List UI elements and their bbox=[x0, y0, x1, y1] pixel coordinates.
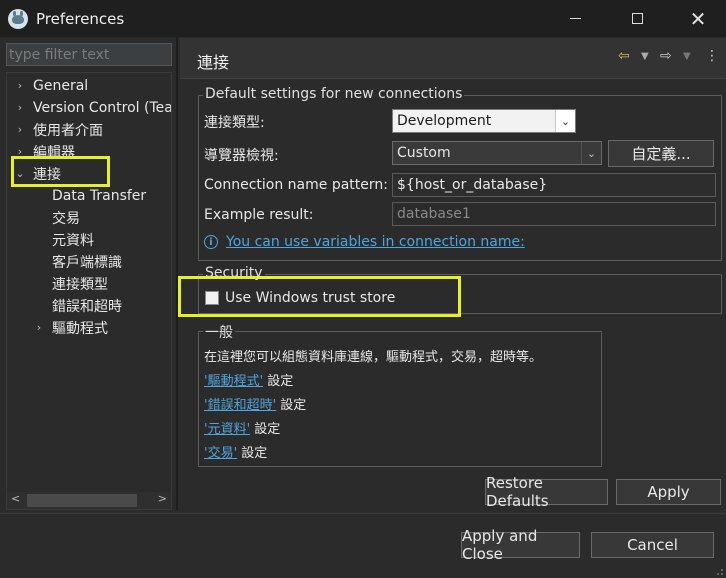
view-menu-icon[interactable]: ⋮ bbox=[705, 48, 719, 64]
chevron-right-icon[interactable]: › bbox=[13, 145, 27, 159]
minimize-icon bbox=[569, 18, 581, 19]
errors-timeouts-link[interactable]: '錯誤和超時' bbox=[204, 398, 276, 413]
tree-item-drivers[interactable]: › 驅動程式 bbox=[32, 317, 108, 338]
tree-item-label: 編輯器 bbox=[33, 144, 75, 161]
chevron-down-icon[interactable]: ⌄ bbox=[581, 142, 601, 164]
tree-item-client-identification[interactable]: 客戶端標識 bbox=[52, 251, 122, 272]
transactions-link[interactable]: '交易' bbox=[204, 446, 237, 461]
drivers-link[interactable]: '驅動程式' bbox=[204, 374, 263, 389]
tree-item-label: 連接 bbox=[33, 166, 61, 183]
general-description: 在這裡您可以組態資料庫連線，驅動程式，交易，超時等。 bbox=[204, 350, 543, 365]
resize-grip-icon[interactable] bbox=[714, 566, 724, 576]
customize-button[interactable]: 自定義... bbox=[608, 140, 714, 167]
tree-item-version-control[interactable]: › Version Control (Tea bbox=[13, 97, 172, 118]
tree-item-editors[interactable]: › 編輯器 bbox=[13, 141, 75, 162]
chevron-down-icon[interactable]: ⌄ bbox=[13, 167, 27, 181]
tree-item-label: 客戶端標識 bbox=[52, 254, 122, 271]
tree-item-label: 驅動程式 bbox=[52, 320, 108, 337]
back-arrow-icon[interactable]: ⇦ bbox=[618, 48, 630, 64]
chevron-right-icon[interactable]: › bbox=[13, 79, 27, 93]
tree-item-errors-timeouts[interactable]: 錯誤和超時 bbox=[52, 295, 122, 316]
chevron-down-icon[interactable]: ⌄ bbox=[555, 110, 575, 132]
tree-item-user-interface[interactable]: › 使用者介面 bbox=[13, 119, 103, 140]
settings-suffix: 設定 bbox=[276, 398, 307, 413]
tree-item-connections[interactable]: ⌄ 連接 bbox=[13, 163, 61, 184]
transactions-settings-line: '交易' 設定 bbox=[204, 442, 267, 461]
metadata-link[interactable]: '元資料' bbox=[204, 422, 250, 437]
info-icon: i bbox=[204, 235, 218, 249]
cancel-button[interactable]: Cancel bbox=[591, 532, 714, 558]
connection-type-label: 連接類型: bbox=[204, 115, 265, 131]
tree-horizontal-scrollbar[interactable]: < > bbox=[7, 492, 171, 509]
title-bar: Preferences ✕ bbox=[0, 0, 726, 37]
app-icon bbox=[8, 8, 28, 29]
combo-value: Custom bbox=[397, 145, 451, 161]
page-title: 連接 bbox=[197, 53, 230, 72]
tree-item-connection-types[interactable]: 連接類型 bbox=[52, 273, 108, 294]
settings-suffix: 設定 bbox=[263, 374, 294, 389]
settings-suffix: 設定 bbox=[237, 446, 268, 461]
errors-timeouts-settings-line: '錯誤和超時' 設定 bbox=[204, 394, 306, 413]
tree-item-label: General bbox=[33, 77, 89, 94]
tree-item-general[interactable]: › General bbox=[13, 75, 88, 96]
tree-item-transactions[interactable]: 交易 bbox=[52, 207, 80, 228]
minimize-button[interactable] bbox=[552, 0, 598, 37]
windows-trust-store-checkbox[interactable] bbox=[205, 291, 219, 305]
window-title: Preferences bbox=[36, 9, 125, 28]
drivers-settings-line: '驅動程式' 設定 bbox=[204, 370, 293, 389]
tree-item-label: Version Control (Tea bbox=[33, 99, 172, 116]
header-divider bbox=[180, 78, 726, 79]
tree-item-metadata[interactable]: 元資料 bbox=[52, 229, 94, 250]
connection-type-combo[interactable]: Development ⌄ bbox=[392, 109, 576, 133]
windows-trust-store-label[interactable]: Use Windows trust store bbox=[225, 290, 395, 306]
close-button[interactable]: ✕ bbox=[675, 0, 721, 37]
chevron-right-icon[interactable]: › bbox=[13, 101, 27, 115]
navigator-view-label: 導覽器檢視: bbox=[204, 148, 279, 164]
chevron-right-icon[interactable]: › bbox=[32, 321, 46, 335]
filter-input[interactable] bbox=[6, 43, 172, 66]
example-result-field: database1 bbox=[392, 202, 716, 226]
group-legend: Default settings for new connections bbox=[203, 86, 465, 102]
panel-divider[interactable] bbox=[176, 37, 178, 510]
apply-and-close-button[interactable]: Apply and Close bbox=[461, 527, 580, 563]
page-header: 連接 ⇦ ▼ ⇨ ▼ ⋮ bbox=[180, 38, 726, 78]
preferences-tree: › General › Version Control (Tea › 使用者介面… bbox=[6, 72, 172, 510]
forward-arrow-icon[interactable]: ⇨ bbox=[660, 48, 672, 64]
tree-item-data-transfer[interactable]: Data Transfer bbox=[52, 185, 146, 206]
maximize-icon bbox=[631, 13, 643, 24]
tree-item-label: 連接類型 bbox=[52, 276, 108, 293]
apply-button[interactable]: Apply bbox=[616, 479, 721, 505]
scrollbar-thumb[interactable] bbox=[27, 494, 137, 507]
group-legend: Security bbox=[203, 265, 265, 281]
example-result-label: Example result: bbox=[204, 207, 314, 223]
scroll-left-icon[interactable]: < bbox=[11, 492, 20, 505]
maximize-button[interactable] bbox=[614, 0, 660, 37]
back-dropdown-icon[interactable]: ▼ bbox=[641, 51, 649, 62]
connection-name-pattern-label: Connection name pattern: bbox=[204, 177, 388, 193]
chevron-right-icon[interactable]: › bbox=[13, 123, 27, 137]
group-legend: 一般 bbox=[203, 322, 235, 342]
scroll-right-icon[interactable]: > bbox=[158, 492, 167, 505]
variables-info: i You can use variables in connection na… bbox=[204, 234, 525, 250]
tree-item-label: 錯誤和超時 bbox=[52, 298, 122, 315]
tree-item-label: 元資料 bbox=[52, 232, 94, 249]
bottom-divider bbox=[0, 513, 726, 514]
tree-item-label: 交易 bbox=[52, 210, 80, 227]
connection-name-pattern-input[interactable]: ${host_or_database} bbox=[392, 173, 716, 197]
tree-item-label: 使用者介面 bbox=[33, 122, 103, 139]
settings-suffix: 設定 bbox=[250, 422, 281, 437]
forward-dropdown-icon[interactable]: ▼ bbox=[683, 51, 691, 62]
variables-link[interactable]: You can use variables in connection name… bbox=[226, 234, 525, 250]
close-icon: ✕ bbox=[689, 6, 707, 31]
combo-value: Development bbox=[397, 113, 492, 129]
restore-defaults-button[interactable]: Restore Defaults bbox=[485, 474, 608, 510]
metadata-settings-line: '元資料' 設定 bbox=[204, 418, 280, 437]
navigator-view-combo[interactable]: Custom ⌄ bbox=[392, 141, 602, 165]
tree-item-label: Data Transfer bbox=[52, 187, 147, 204]
